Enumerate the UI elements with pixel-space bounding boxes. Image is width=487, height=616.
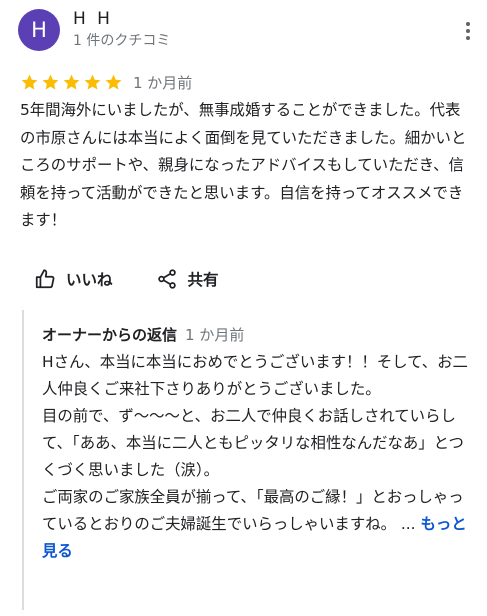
star-icon	[42, 74, 59, 90]
review-time: 1 か月前	[133, 73, 193, 92]
star-icon	[21, 74, 38, 90]
like-label: いいね	[66, 271, 113, 289]
more-dot	[466, 22, 470, 26]
star-icon	[84, 74, 101, 90]
star-rating	[20, 73, 123, 92]
rating-row: 1 か月前	[20, 70, 192, 94]
star-icon	[105, 74, 122, 90]
share-icon	[157, 269, 176, 289]
owner-reply-body: Hさん、本当に本当におめでとうございます！！そして、お二人仲良くご来社下さりあり…	[42, 353, 468, 533]
reviewer-name[interactable]: H H	[73, 9, 113, 29]
owner-reply-header: オーナーからの返信 1 か月前	[42, 324, 244, 346]
thumb-up-icon	[35, 269, 55, 289]
more-vert-icon[interactable]	[458, 19, 478, 43]
review-actions: いいね 共有	[34, 265, 219, 293]
owner-reply-time: 1 か月前	[185, 326, 245, 344]
owner-reply-label: オーナーからの返信	[42, 326, 178, 344]
reviewer-review-count[interactable]: 1 件のクチコミ	[73, 31, 170, 51]
owner-reply: オーナーからの返信 1 か月前 Hさん、本当に本当におめでとうございます！！そして…	[22, 310, 479, 610]
owner-reply-text: Hさん、本当に本当におめでとうございます！！そして、お二人仲良くご来社下さりあり…	[42, 349, 472, 565]
like-button[interactable]: いいね	[34, 268, 113, 290]
avatar[interactable]: H	[18, 9, 60, 51]
more-dot	[466, 36, 470, 40]
share-button[interactable]: 共有	[156, 268, 219, 290]
reviewer-header: H H H 1 件のクチコミ	[18, 9, 478, 55]
share-label: 共有	[187, 271, 219, 289]
review-text: 5年間海外にいましたが、無事成婚することができました。代表の市原さんには本当によ…	[20, 101, 467, 230]
more-dot	[466, 29, 470, 33]
star-icon	[63, 74, 80, 90]
